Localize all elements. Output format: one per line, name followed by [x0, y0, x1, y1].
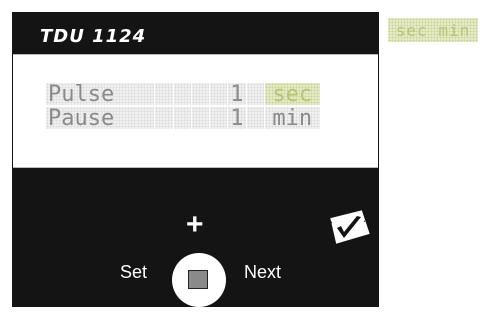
lcd-blank [191, 83, 210, 105]
lcd-blank [246, 107, 265, 129]
device-panel: TDU 1124 Pulse 1 sec Pause 1 min + Set N… [12, 12, 379, 313]
lcd-blank [173, 107, 192, 129]
lcd-unit-pulse: sec [264, 82, 320, 107]
lcd-label-pulse: Pulse [46, 82, 137, 107]
next-button[interactable]: Next [244, 262, 281, 283]
badge-letter-left: B [326, 220, 332, 231]
device-title: TDU 1124 [40, 26, 147, 47]
lcd-blank [155, 107, 174, 129]
lcd-blank [137, 83, 156, 105]
lcd-blank [246, 83, 265, 105]
set-button[interactable]: Set [120, 262, 147, 283]
lcd-blank [191, 107, 210, 129]
checkmark-icon: B A [326, 209, 371, 245]
lcd-label-pause: Pause [46, 106, 137, 131]
minus-button[interactable] [190, 309, 208, 313]
lcd-blank [210, 107, 229, 129]
center-select-button[interactable] [172, 253, 226, 307]
lcd-blank [173, 83, 192, 105]
lcd-legend: sec min [388, 18, 478, 42]
lcd-display: Pulse 1 sec Pause 1 min [13, 54, 378, 168]
lcd-value-pulse: 1 [228, 82, 247, 107]
lcd-blank [137, 107, 156, 129]
plus-button[interactable]: + [186, 210, 204, 240]
lcd-blank [210, 83, 229, 105]
lcd-value-pause: 1 [228, 106, 247, 131]
badge-letter-right: A [363, 214, 371, 225]
square-icon [188, 270, 208, 289]
legend-text: sec min [388, 18, 478, 42]
lcd-unit-pause: min [264, 106, 320, 131]
lcd-line-pause: Pause 1 min [46, 106, 338, 131]
lcd-line-pulse: Pulse 1 sec [46, 82, 338, 107]
lcd-blank [155, 83, 174, 105]
